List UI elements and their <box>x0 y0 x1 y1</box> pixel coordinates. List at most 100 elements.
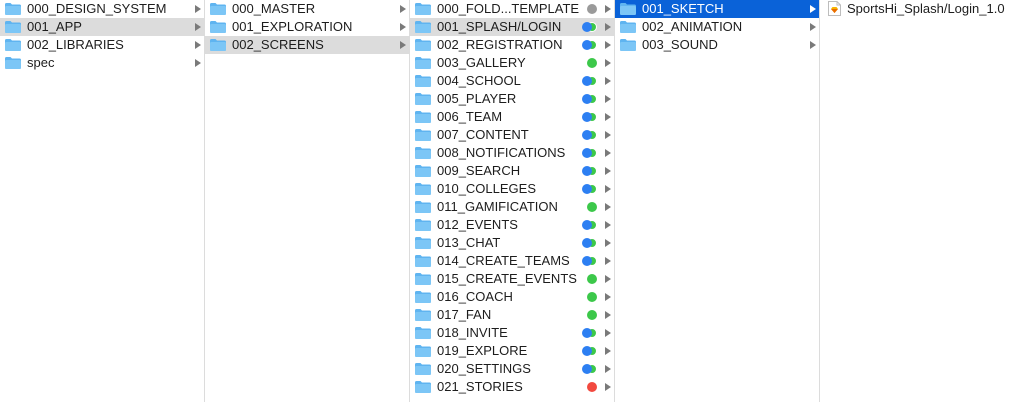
folder-icon <box>415 309 431 321</box>
tag-dots <box>587 4 597 14</box>
tag-dots <box>582 112 597 122</box>
green-tag-dot <box>587 202 597 212</box>
folder-row[interactable]: 000_FOLD...TEMPLATE <box>410 0 614 18</box>
folder-label: 000_FOLD...TEMPLATE <box>437 1 580 16</box>
blue-tag-dot <box>582 328 592 338</box>
chevron-right-icon <box>605 23 611 31</box>
chevron-right-icon <box>195 41 201 49</box>
folder-label: 014_CREATE_TEAMS <box>437 253 570 268</box>
chevron-right-icon <box>400 5 406 13</box>
folder-icon <box>415 129 431 141</box>
folder-label: 006_TEAM <box>437 109 503 124</box>
folder-icon <box>415 291 431 303</box>
folder-row[interactable]: 010_COLLEGES <box>410 180 614 198</box>
blue-tag-dot <box>582 130 592 140</box>
folder-row-animation[interactable]: 002_ANIMATION <box>615 18 819 36</box>
chevron-right-icon <box>605 347 611 355</box>
tag-dots <box>582 166 597 176</box>
tag-dots <box>587 274 597 284</box>
column-splash-login[interactable]: 001_SKETCH 002_ANIMATION 003_SOUND <box>615 0 820 402</box>
tag-dots <box>582 328 597 338</box>
folder-icon <box>415 111 431 123</box>
folder-row-sound[interactable]: 003_SOUND <box>615 36 819 54</box>
column-screens[interactable]: 000_FOLD...TEMPLATE 001_SPLASH/LOGIN 002_R… <box>410 0 615 402</box>
folder-row[interactable]: 011_GAMIFICATION <box>410 198 614 216</box>
file-label: SportsHi_Splash/Login_1.0 <box>847 1 1005 16</box>
chevron-right-icon <box>605 41 611 49</box>
chevron-right-icon <box>605 365 611 373</box>
folder-row[interactable]: 003_GALLERY <box>410 54 614 72</box>
column-app[interactable]: 000_MASTER 001_EXPLORATION 002_SCREENS <box>205 0 410 402</box>
blue-tag-dot <box>582 256 592 266</box>
folder-row[interactable]: 008_NOTIFICATIONS <box>410 144 614 162</box>
folder-row[interactable]: 005_PLAYER <box>410 90 614 108</box>
folder-row-sketch[interactable]: 001_SKETCH <box>615 0 819 18</box>
blue-tag-dot <box>582 76 592 86</box>
chevron-right-icon <box>195 59 201 67</box>
chevron-right-icon <box>605 131 611 139</box>
folder-icon <box>5 21 21 33</box>
blue-tag-dot <box>582 148 592 158</box>
folder-row[interactable]: 007_CONTENT <box>410 126 614 144</box>
tag-dots <box>582 220 597 230</box>
folder-label: 018_INVITE <box>437 325 508 340</box>
folder-label: 007_CONTENT <box>437 127 529 142</box>
folder-row-app[interactable]: 001_APP <box>0 18 204 36</box>
folder-row[interactable]: 021_STORIES <box>410 378 614 396</box>
folder-row[interactable]: 019_EXPLORE <box>410 342 614 360</box>
tag-dots <box>587 310 597 320</box>
folder-row[interactable]: 002_REGISTRATION <box>410 36 614 54</box>
folder-row-exploration[interactable]: 001_EXPLORATION <box>205 18 409 36</box>
folder-row-master[interactable]: 000_MASTER <box>205 0 409 18</box>
folder-icon <box>415 93 431 105</box>
chevron-right-icon <box>605 203 611 211</box>
chevron-right-icon <box>605 167 611 175</box>
folder-row[interactable]: 018_INVITE <box>410 324 614 342</box>
folder-row[interactable]: 017_FAN <box>410 306 614 324</box>
folder-row[interactable]: 009_SEARCH <box>410 162 614 180</box>
folder-row[interactable]: 006_TEAM <box>410 108 614 126</box>
blue-tag-dot <box>582 238 592 248</box>
chevron-right-icon <box>605 221 611 229</box>
folder-label: 015_CREATE_EVENTS <box>437 271 577 286</box>
folder-label: 001_SPLASH/LOGIN <box>437 19 562 34</box>
chevron-right-icon <box>605 239 611 247</box>
folder-icon <box>415 381 431 393</box>
folder-row-spec[interactable]: spec <box>0 54 204 72</box>
tag-dots <box>582 76 597 86</box>
chevron-right-icon <box>605 149 611 157</box>
folder-row[interactable]: 001_SPLASH/LOGIN <box>410 18 614 36</box>
folder-row[interactable]: 020_SETTINGS <box>410 360 614 378</box>
green-tag-dot <box>587 292 597 302</box>
chevron-right-icon <box>605 293 611 301</box>
tag-dots <box>587 202 597 212</box>
folder-icon <box>620 21 636 33</box>
folder-icon <box>415 3 431 15</box>
folder-row-libraries[interactable]: 002_LIBRARIES <box>0 36 204 54</box>
folder-row-screens[interactable]: 002_SCREENS <box>205 36 409 54</box>
folder-row[interactable]: 015_CREATE_EVENTS <box>410 270 614 288</box>
gray-tag-dot <box>587 4 597 14</box>
chevron-right-icon <box>810 23 816 31</box>
folder-icon <box>415 165 431 177</box>
folder-row-design-system[interactable]: 000_DESIGN_SYSTEM <box>0 0 204 18</box>
chevron-right-icon <box>605 5 611 13</box>
chevron-right-icon <box>400 23 406 31</box>
folder-row[interactable]: 014_CREATE_TEAMS <box>410 252 614 270</box>
folder-row[interactable]: 016_COACH <box>410 288 614 306</box>
folder-row[interactable]: 004_SCHOOL <box>410 72 614 90</box>
folder-row[interactable]: 012_EVENTS <box>410 216 614 234</box>
folder-row[interactable]: 013_CHAT <box>410 234 614 252</box>
column-sketch[interactable]: SportsHi_Splash/Login_1.0 <box>820 0 1023 402</box>
file-row-sketch[interactable]: SportsHi_Splash/Login_1.0 <box>820 0 1023 18</box>
blue-tag-dot <box>582 112 592 122</box>
chevron-right-icon <box>605 311 611 319</box>
chevron-right-icon <box>400 41 406 49</box>
folder-label: 013_CHAT <box>437 235 501 250</box>
folder-label: 003_GALLERY <box>437 55 526 70</box>
folder-icon <box>415 363 431 375</box>
folder-label: 000_MASTER <box>232 1 316 16</box>
column-root[interactable]: 000_DESIGN_SYSTEM 001_APP 002_LIBRARIES … <box>0 0 205 402</box>
chevron-right-icon <box>195 23 201 31</box>
folder-label: 003_SOUND <box>642 37 718 52</box>
